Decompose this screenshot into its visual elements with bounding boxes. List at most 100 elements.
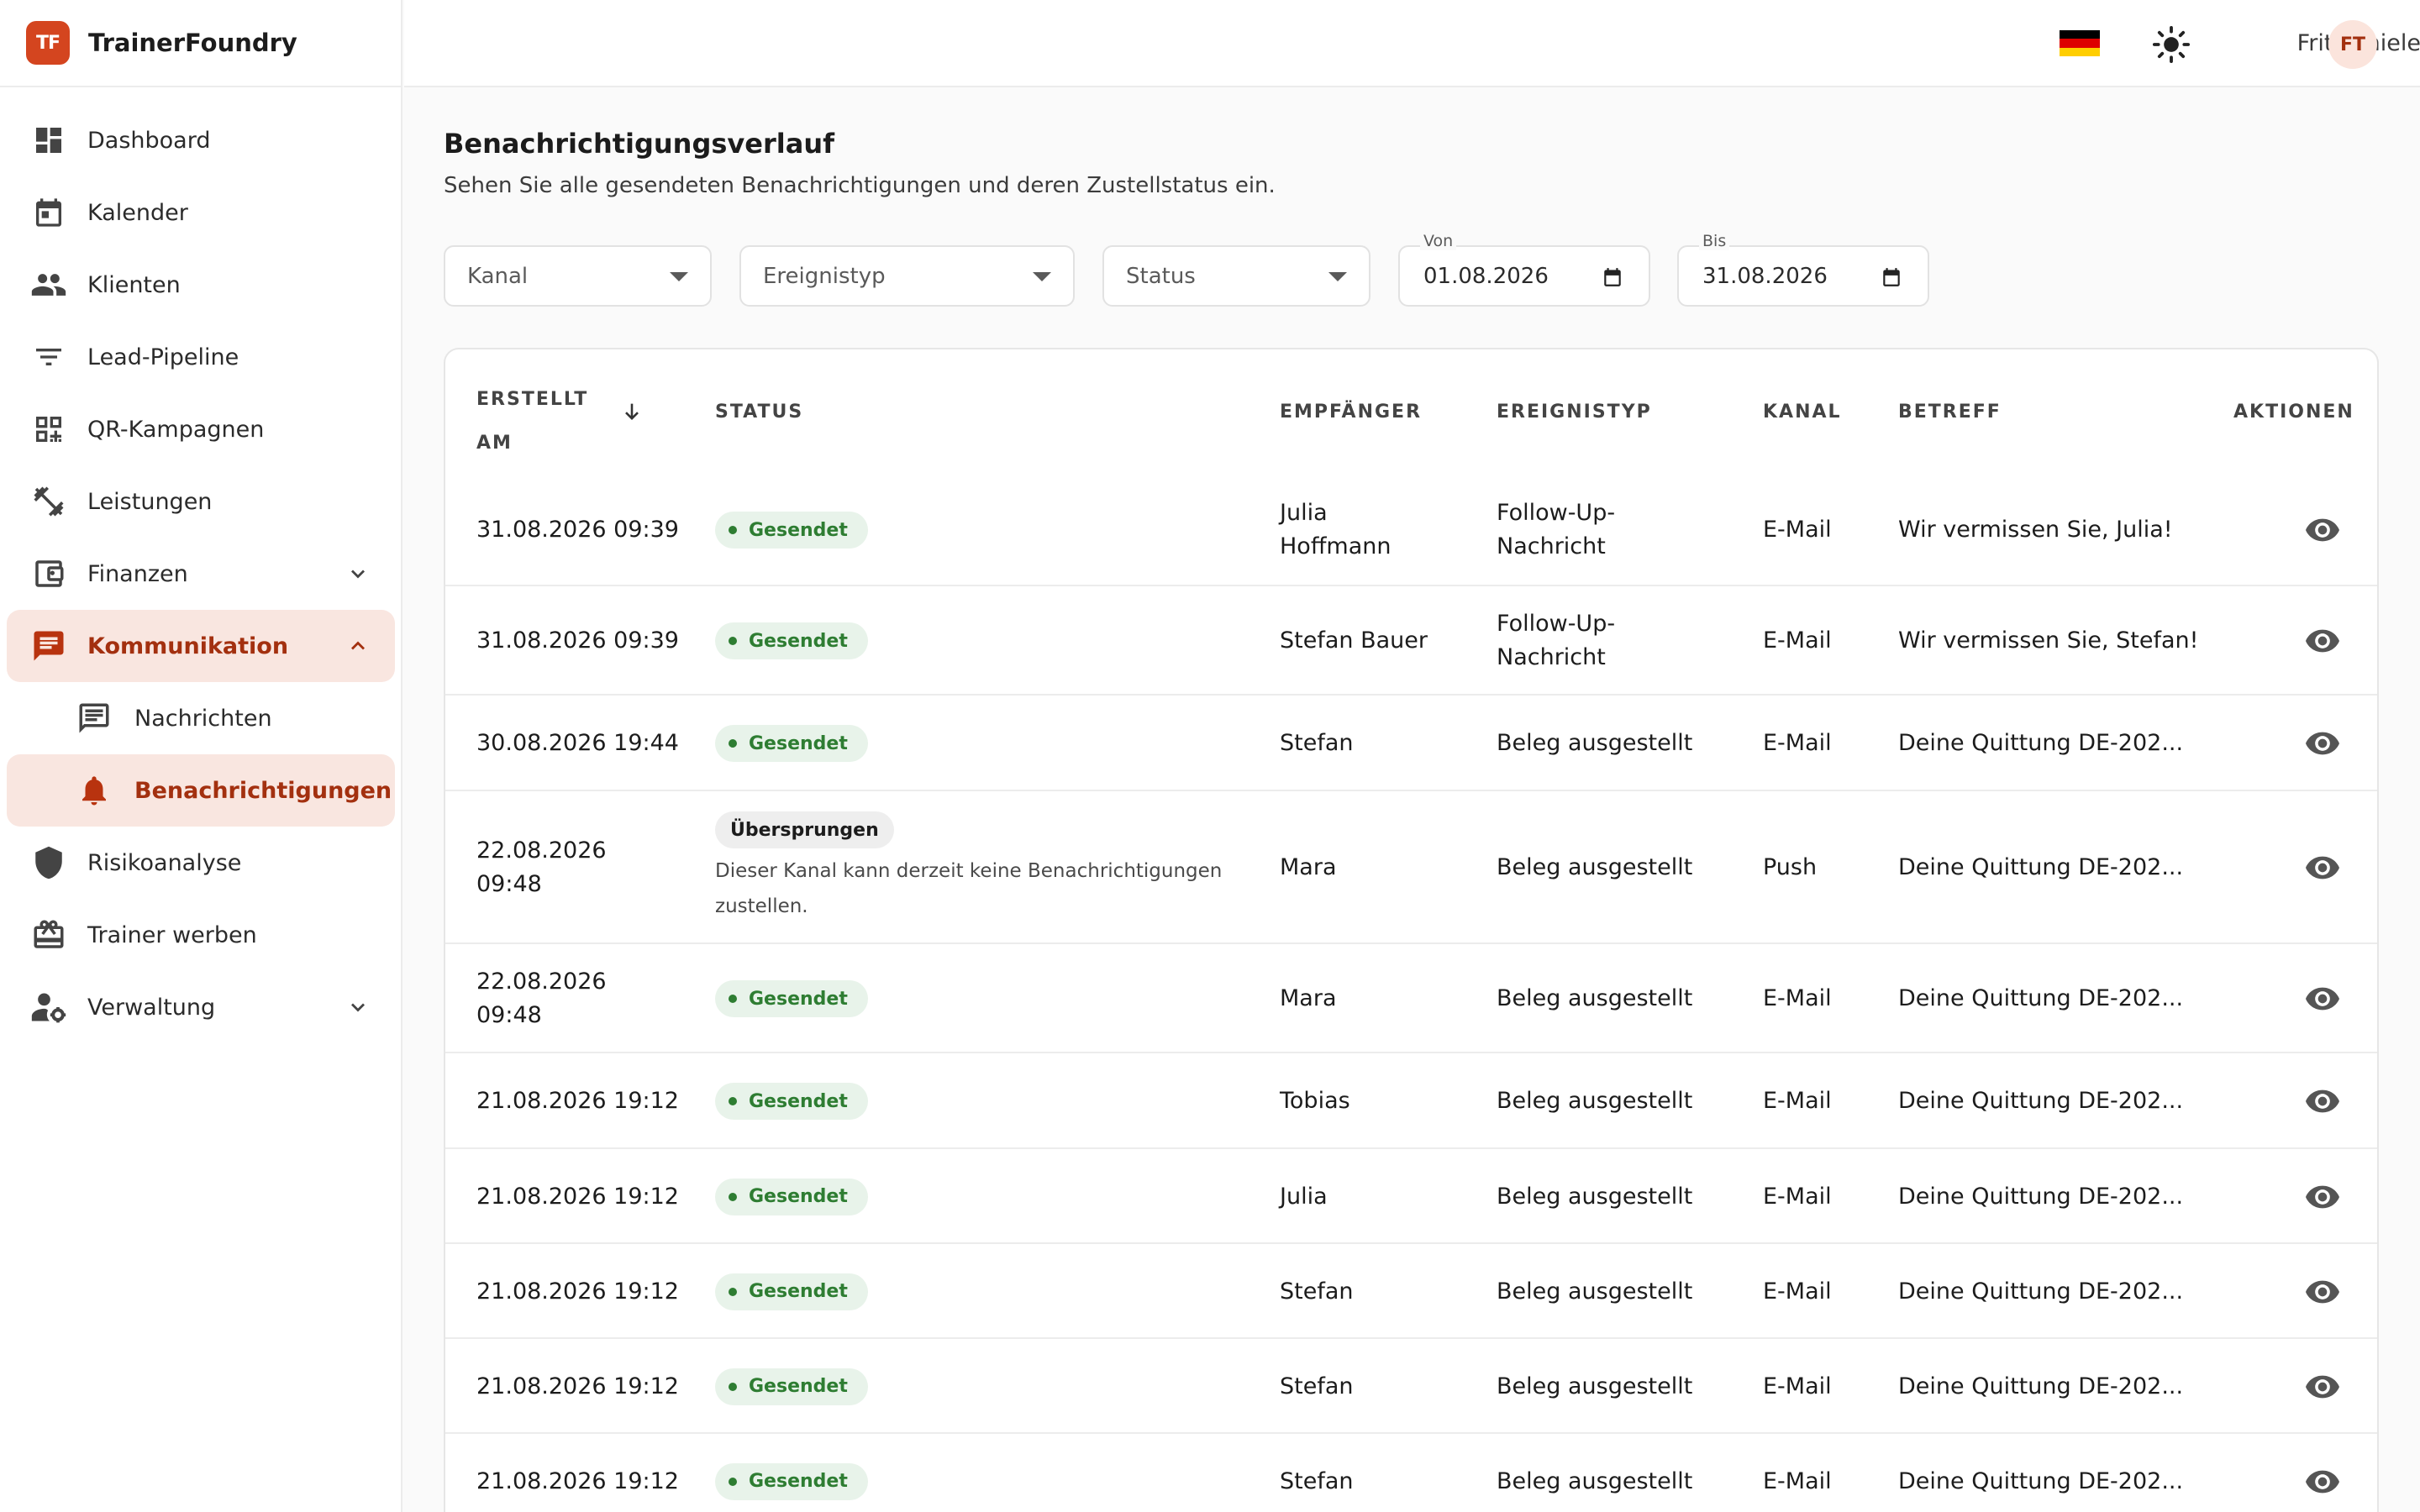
recipient-cell-line1: Stefan — [1280, 1467, 1354, 1494]
recipient-cell-line1: Mara — [1280, 985, 1337, 1011]
subject-cell: Deine Quittung DE-202... — [1898, 1465, 2183, 1499]
recipient-cell-line1: Stefan — [1280, 730, 1354, 756]
sidebar-item-label: Finanzen — [87, 560, 188, 587]
column-header-event-type[interactable]: EREIGNISTYP — [1497, 402, 1652, 423]
created-at-cell: 21.08.2026 19:12 — [476, 1275, 679, 1309]
event-type-cell-line1: Beleg ausgestellt — [1497, 1373, 1693, 1399]
table-row[interactable]: 21.08.2026 19:12 Gesendet Tobias Beleg ausg… — [445, 1052, 2377, 1147]
subject-cell-line1: Deine Quittung DE-202... — [1898, 1278, 2184, 1305]
channel-cell: Push — [1763, 851, 1817, 885]
sidebar-item-verwaltung[interactable]: Verwaltung — [7, 971, 395, 1043]
created-at-cell-line1: 21.08.2026 19:12 — [476, 1183, 679, 1210]
channel-cell-line1: E-Mail — [1763, 1467, 1832, 1494]
brand[interactable]: TF TrainerFoundry — [0, 0, 401, 87]
sidebar-item-lead-pipeline[interactable]: Lead-Pipeline — [7, 321, 395, 393]
view-details-eye-icon[interactable] — [2306, 732, 2339, 755]
status-badge-sent: Gesendet — [715, 1083, 868, 1120]
event-type-cell-line1: Beleg ausgestellt — [1497, 1278, 1693, 1305]
sidebar-item-dashboard[interactable]: Dashboard — [7, 104, 395, 176]
column-header-created[interactable]: ERSTELLT AM — [476, 378, 588, 465]
channel-cell-line1: E-Mail — [1763, 730, 1832, 756]
status-badge-sent: Gesendet — [715, 622, 868, 659]
calendar-icon[interactable] — [1602, 265, 1623, 289]
channel-filter-select[interactable]: Kanal — [444, 245, 712, 307]
table-row[interactable]: 21.08.2026 19:12 Gesendet Stefan Beleg ausg… — [445, 1432, 2377, 1512]
created-at-cell: 31.08.2026 09:39 — [476, 513, 679, 547]
language-switcher-de[interactable] — [2060, 30, 2100, 56]
event-type-cell: Beleg ausgestellt — [1497, 1465, 1692, 1499]
recipient-cell-line1: Stefan — [1280, 1278, 1354, 1305]
view-details-eye-icon[interactable] — [2306, 1375, 2339, 1399]
view-details-eye-icon[interactable] — [2306, 1185, 2339, 1209]
sidebar-item-label: Kalender — [87, 199, 188, 226]
theme-toggle-sun-icon[interactable] — [2152, 25, 2191, 64]
date-to-input[interactable]: Bis 31.08.2026 — [1677, 232, 1929, 307]
event-type-cell-line1: Beleg ausgestellt — [1497, 730, 1693, 756]
recipient-cell: Stefan — [1280, 1370, 1354, 1404]
table-row[interactable]: 22.08.2026 09:48 Dieser Kanal kann derzeit… — [445, 790, 2377, 942]
app-logo: TF — [26, 21, 70, 65]
sidebar-item-trainer-werben[interactable]: Trainer werben — [7, 899, 395, 971]
event-type-filter-select[interactable]: Ereignistyp — [739, 245, 1075, 307]
table-row[interactable]: 21.08.2026 19:12 Gesendet Julia Beleg ausge… — [445, 1147, 2377, 1242]
created-at-cell-line1: 21.08.2026 19:12 — [476, 1278, 679, 1305]
calendar-icon[interactable] — [1881, 265, 1902, 289]
view-details-eye-icon[interactable] — [2306, 629, 2339, 653]
view-details-eye-icon[interactable] — [2306, 1470, 2339, 1494]
status-note: Dieser Kanal kann derzeit keine Benachri… — [715, 853, 1253, 924]
sidebar-item-qr-kampagnen[interactable]: QR-Kampagnen — [7, 393, 395, 465]
sidebar-item-label: Kommunikation — [87, 633, 289, 659]
sidebar-item-kommunikation[interactable]: Kommunikation — [7, 610, 395, 682]
avatar[interactable]: FT — [2328, 20, 2377, 69]
subject-cell-line1: Deine Quittung DE-202... — [1898, 1183, 2184, 1210]
sidebar-item-klienten[interactable]: Klienten — [7, 249, 395, 321]
sidebar-item-benachrichtigungen[interactable]: Benachrichtigungen — [7, 754, 395, 827]
sidebar-nav: Dashboard Kalender Klienten Lead-Pipelin… — [7, 104, 395, 1043]
subject-cell-line1: Deine Quittung DE-202... — [1898, 985, 2184, 1011]
view-details-eye-icon[interactable] — [2306, 518, 2339, 542]
recipient-cell: Tobias — [1280, 1084, 1350, 1118]
wallet-icon — [30, 555, 67, 592]
channel-cell: E-Mail — [1763, 1180, 1832, 1214]
subject-cell-line1: Deine Quittung DE-202... — [1898, 1088, 2184, 1114]
status-text: Übersprungen — [730, 819, 879, 841]
table-row[interactable]: 30.08.2026 19:44 Gesendet Stefan Beleg ausg… — [445, 694, 2377, 790]
table-row[interactable]: 21.08.2026 19:12 Gesendet Stefan Beleg ausg… — [445, 1337, 2377, 1432]
event-type-cell: Beleg ausgestellt — [1497, 1370, 1692, 1404]
view-details-eye-icon[interactable] — [2306, 987, 2339, 1011]
status-dot-icon — [729, 1287, 737, 1296]
column-header-subject[interactable]: BETREFF — [1898, 402, 2002, 423]
status-filter-select[interactable]: Status — [1102, 245, 1370, 307]
column-header-recipient[interactable]: EMPFÄNGER — [1280, 402, 1422, 423]
created-at-cell-line1: 22.08.2026 — [476, 969, 607, 995]
recipient-cell-line2: Hoffmann — [1280, 533, 1392, 559]
column-header-channel[interactable]: KANAL — [1763, 402, 1842, 423]
sidebar-item-label: Nachrichten — [134, 705, 272, 732]
sidebar-item-label: Leistungen — [87, 488, 213, 515]
status-note-line2: zustellen. — [715, 895, 808, 917]
channel-filter-label: Kanal — [467, 264, 529, 289]
table-row[interactable]: 31.08.2026 09:39 Gesendet Stefan Bauer Foll… — [445, 585, 2377, 694]
view-details-eye-icon[interactable] — [2306, 1089, 2339, 1113]
table-row[interactable]: 31.08.2026 09:39 Gesendet Julia Hoffmann Fol… — [445, 475, 2377, 585]
sort-descending-icon[interactable] — [620, 400, 644, 423]
sidebar-item-finanzen[interactable]: Finanzen — [7, 538, 395, 610]
view-details-eye-icon[interactable] — [2306, 856, 2339, 879]
sidebar-item-label: Verwaltung — [87, 994, 216, 1021]
column-header-status[interactable]: STATUS — [715, 402, 803, 423]
event-type-cell-line1: Beleg ausgestellt — [1497, 854, 1693, 880]
sidebar-item-risikoanalyse[interactable]: Risikoanalyse — [7, 827, 395, 899]
dropdown-arrow-icon — [1033, 272, 1051, 281]
table-row[interactable]: 22.08.2026 09:48 Gesendet Mara Beleg ausgest… — [445, 942, 2377, 1052]
sidebar-item-kalender[interactable]: Kalender — [7, 176, 395, 249]
created-at-cell-line2: 09:48 — [476, 1002, 542, 1028]
table-row[interactable]: 21.08.2026 19:12 Gesendet Stefan Beleg ausg… — [445, 1242, 2377, 1337]
user-name[interactable]: Fritz Thiele — [2194, 30, 2420, 56]
date-from-input[interactable]: Von 01.08.2026 — [1398, 232, 1650, 307]
subject-cell-line1: Deine Quittung DE-202... — [1898, 854, 2184, 880]
sidebar-item-nachrichten[interactable]: Nachrichten — [7, 682, 395, 754]
sidebar-item-leistungen[interactable]: Leistungen — [7, 465, 395, 538]
view-details-eye-icon[interactable] — [2306, 1280, 2339, 1304]
channel-cell-line1: E-Mail — [1763, 1088, 1832, 1114]
subject-cell-line1: Deine Quittung DE-202... — [1898, 730, 2184, 756]
